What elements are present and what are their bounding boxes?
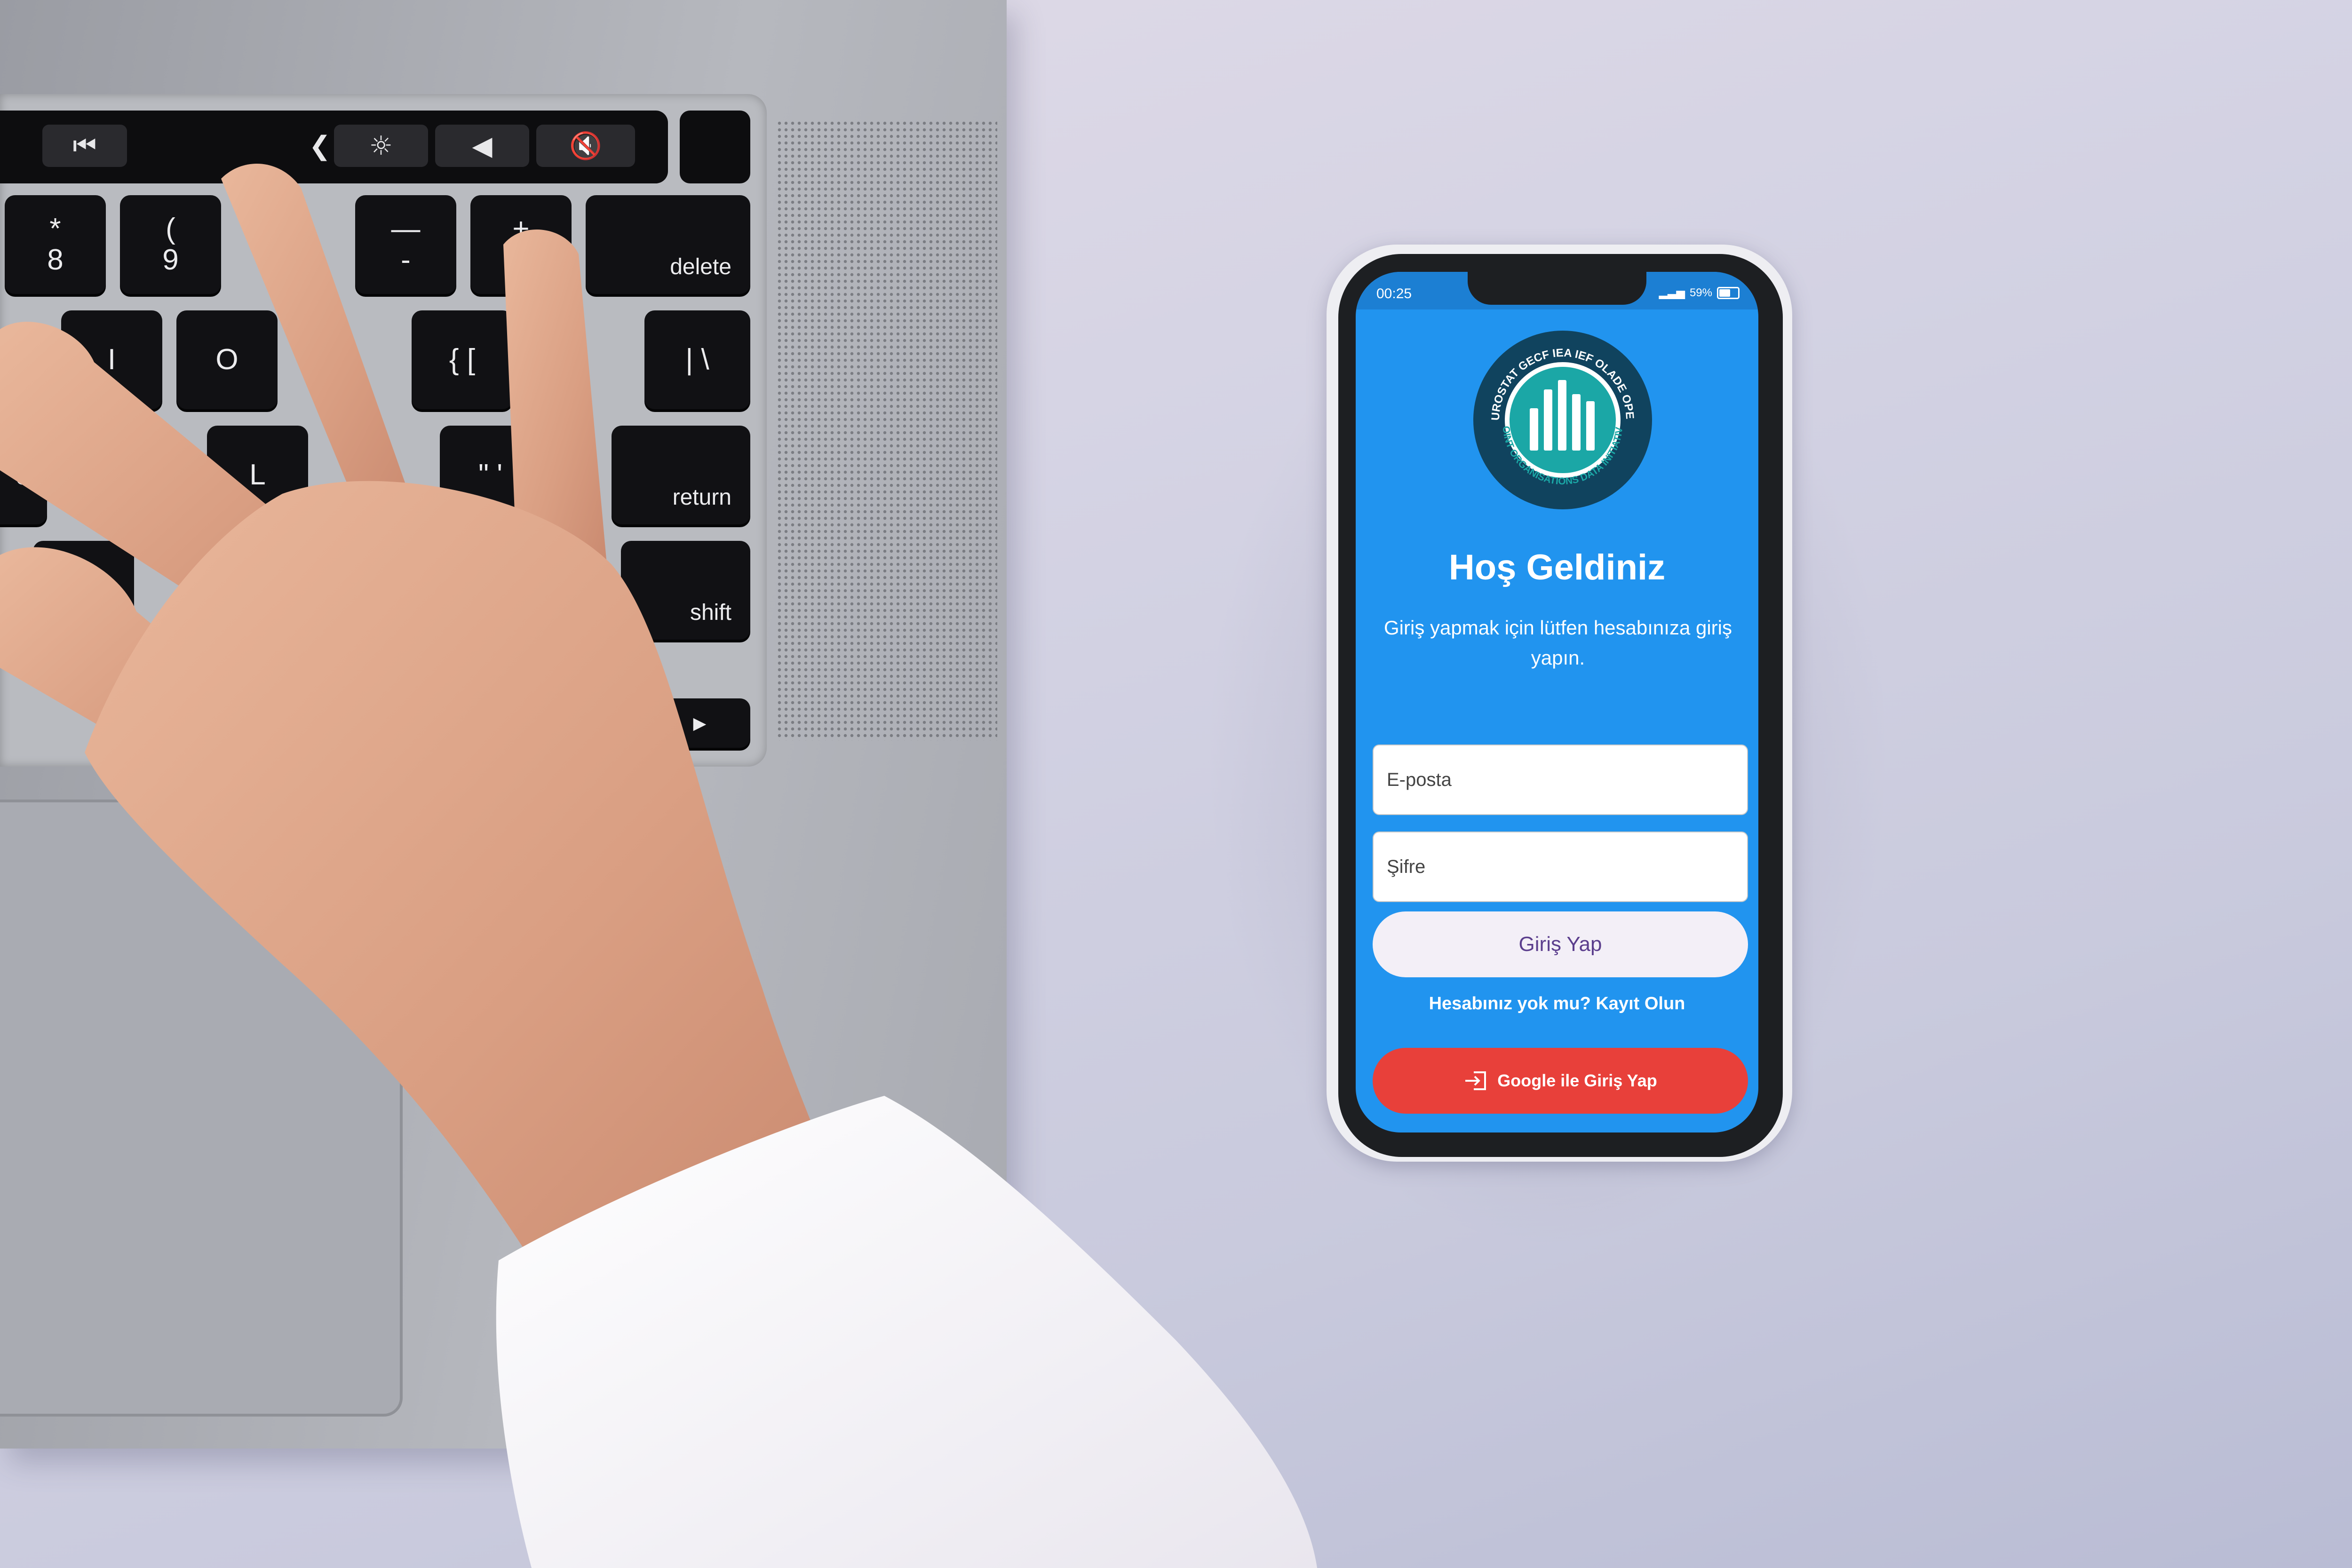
phone-screen: 00:25 ▂▃▅ 59% APEC EUROSTAT GECF IEA IEF… (1356, 272, 1758, 1132)
jodi-logo: APEC EUROSTAT GECF IEA IEF OLADE OPEC UN… (1471, 328, 1652, 509)
password-field[interactable]: Şifre (1373, 832, 1748, 902)
battery-icon (1717, 286, 1740, 299)
status-icons: ▂▃▅ 59% (1659, 286, 1740, 300)
battery-percent: 59% (1689, 286, 1712, 299)
status-time: 00:25 (1376, 286, 1412, 301)
phone-notch (1468, 272, 1646, 305)
google-login-button[interactable]: Google ile Giriş Yap (1373, 1048, 1748, 1114)
login-button-label: Giriş Yap (1518, 933, 1602, 956)
password-placeholder: Şifre (1387, 856, 1426, 877)
login-icon (1465, 1071, 1486, 1090)
google-login-label: Google ile Giriş Yap (1497, 1071, 1657, 1090)
email-placeholder: E-posta (1387, 769, 1452, 790)
hand-illustration (0, 163, 1317, 1568)
register-link[interactable]: Hesabınız yok mu? Kayıt Olun (1356, 994, 1758, 1014)
welcome-title: Hoş Geldiniz (1448, 547, 1666, 587)
welcome-subtitle: Giriş yapmak için lütfen hesabınıza giri… (1384, 617, 1732, 669)
login-button[interactable]: Giriş Yap (1373, 911, 1748, 977)
finger-index (221, 163, 414, 531)
signal-icon: ▂▃▅ (1659, 286, 1685, 299)
email-field[interactable]: E-posta (1373, 744, 1748, 815)
